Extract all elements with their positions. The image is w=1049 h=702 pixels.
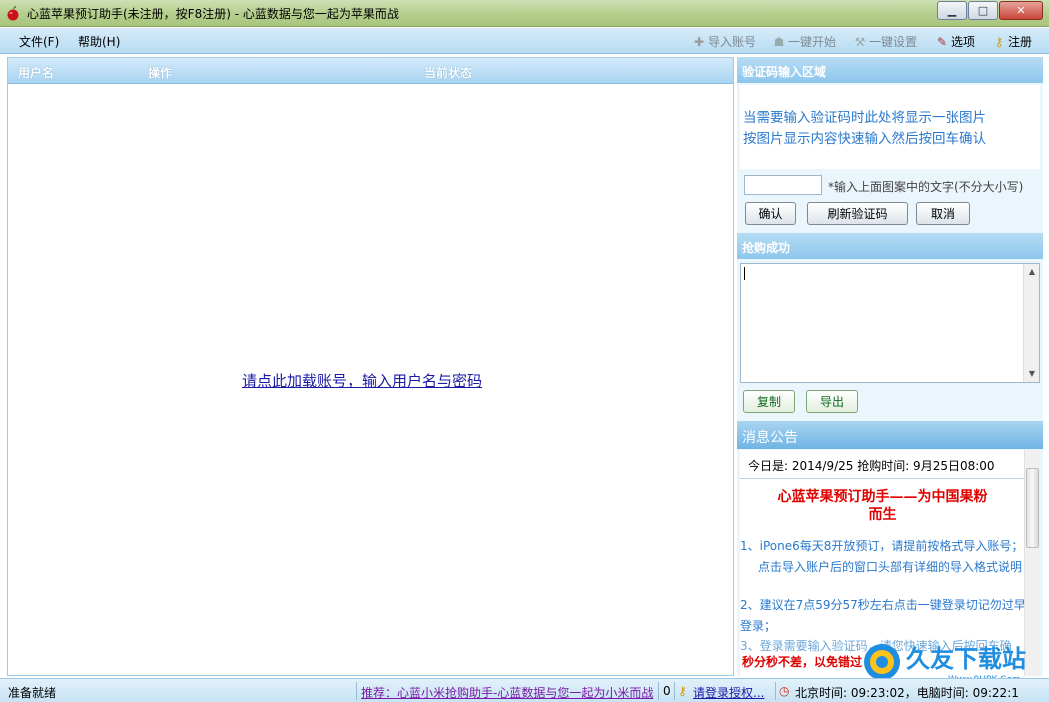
menu-file[interactable]: 文件(F) (19, 33, 59, 50)
status-divider (775, 682, 776, 700)
notice-item-2-line1: 2、建议在7点59分57秒左右点击一键登录切记勿过早 (740, 598, 1026, 612)
captcha-input[interactable] (744, 175, 822, 195)
notice-item-1-line2: 点击导入账户后的窗口头部有详细的导入格式说明 (758, 560, 1023, 574)
menu-help[interactable]: 帮助(H) (78, 33, 120, 50)
import-account-button[interactable]: ✚ 导入账号 (692, 33, 756, 50)
right-panel: 验证码输入区域 当需要输入验证码时此处将显示一张图片 按图片显示内容快速输入然后… (737, 57, 1043, 676)
confirm-button[interactable]: 确认 (745, 202, 796, 225)
notice-item-2: 2、建议在7点59分57秒左右点击一键登录切记勿过早 登录； (740, 595, 1026, 637)
clock-icon: ◷ (779, 684, 790, 698)
log-scrollbar[interactable]: ▲ ▼ (1023, 264, 1039, 382)
options-label: 选项 (951, 35, 976, 49)
watermark-brand: 久友下载站 (906, 645, 1026, 673)
minimize-button[interactable]: ▁ (937, 1, 967, 20)
captcha-instruction-line2: 按图片显示内容快速输入然后按回车确认 (743, 131, 986, 147)
apple-app-icon (7, 6, 19, 21)
menu-bar: 文件(F) 帮助(H) ✚ 导入账号 ☗ 一键开始 ⚒ 一键设置 ✎ 选项 ⚷ … (0, 28, 1049, 54)
success-section-header: 抢购成功 (737, 233, 1043, 259)
options-button[interactable]: ✎ 选项 (935, 33, 975, 50)
key-icon: ⚷ (678, 684, 687, 698)
export-button[interactable]: 导出 (806, 390, 858, 413)
plus-icon: ✚ (693, 34, 705, 49)
close-button[interactable]: ✕ (999, 1, 1043, 20)
tools-icon: ✎ (936, 34, 948, 49)
maximize-button[interactable]: □ (968, 1, 998, 20)
copy-button[interactable]: 复制 (743, 390, 795, 413)
notice-date-line: 今日是: 2014/9/25 抢购时间: 9月25日08:00 (748, 459, 995, 473)
notice-title-line2: 而生 (868, 507, 897, 523)
captcha-image-area: 当需要输入验证码时此处将显示一张图片 按图片显示内容快速输入然后按回车确认 (740, 85, 1040, 169)
import-account-label: 导入账号 (708, 35, 757, 49)
refresh-captcha-button[interactable]: 刷新验证码 (807, 202, 908, 225)
notice-title-line1: 心蓝苹果预订助手——为中国果粉 (777, 489, 988, 505)
register-label: 注册 (1008, 35, 1033, 49)
captcha-instructions: 当需要输入验证码时此处将显示一张图片 按图片显示内容快速输入然后按回车确认 (743, 108, 986, 150)
captcha-hint: *输入上面图案中的文字(不分大小写) (828, 180, 1024, 194)
scroll-down-arrow-icon[interactable]: ▼ (1024, 366, 1040, 382)
one-click-start-label: 一键开始 (788, 35, 837, 49)
notice-scroll-thumb[interactable] (1026, 468, 1039, 548)
user-icon: ☗ (773, 34, 785, 49)
scroll-up-arrow-icon[interactable]: ▲ (1024, 264, 1040, 280)
status-count: 0 (663, 684, 671, 698)
key-icon: ⚷ (994, 34, 1004, 49)
notice-item-1: 1、iPone6每天8开放预订，请提前按格式导入账号； 点击导入账户后的窗口头部… (740, 536, 1023, 578)
one-click-settings-button[interactable]: ⚒ 一键设置 (853, 33, 917, 50)
text-caret (744, 267, 745, 280)
notice-item-2-line2: 登录； (740, 619, 777, 633)
notice-red-text: 秒分秒不差，以免错过 (742, 655, 863, 669)
load-account-link[interactable]: 请点此加载账号，输入用户名与密码 (242, 370, 482, 391)
title-bar[interactable]: 心蓝苹果预订助手(未注册，按F8注册) - 心蓝数据与您一起为苹果而战 ▁ □ … (0, 0, 1049, 27)
time-display: 北京时间: 09:23:02，电脑时间: 09:22:1 (795, 686, 1019, 700)
account-grid: 用户名 操作 当前状态 请点此加载账号，输入用户名与密码 (7, 57, 734, 676)
login-auth-link[interactable]: 请登录授权... (693, 684, 764, 701)
notice-title: 心蓝苹果预订助手——为中国果粉 而生 (740, 488, 1025, 524)
one-click-settings-label: 一键设置 (869, 35, 918, 49)
register-button[interactable]: ⚷ 注册 (992, 33, 1032, 50)
grid-header: 用户名 操作 当前状态 (8, 58, 733, 84)
window-title: 心蓝苹果预订助手(未注册，按F8注册) - 心蓝数据与您一起为苹果而战 (27, 7, 399, 21)
column-username[interactable]: 用户名 (18, 64, 54, 81)
column-status[interactable]: 当前状态 (424, 64, 472, 81)
status-bar: 准备就绪 推荐：心蓝小米抢购助手-心蓝数据与您一起为小米而战 0 ⚷ 请登录授权… (0, 678, 1049, 702)
wrench-icon: ⚒ (854, 34, 866, 49)
success-log-textarea[interactable]: ▲ ▼ (740, 263, 1040, 383)
notice-item-1-line1: 1、iPone6每天8开放预订，请提前按格式导入账号； (740, 539, 1024, 553)
status-divider (674, 682, 675, 700)
status-divider (356, 682, 357, 700)
captcha-instruction-line1: 当需要输入验证码时此处将显示一张图片 (743, 110, 986, 126)
notice-divider (740, 478, 1025, 479)
column-operation[interactable]: 操作 (148, 64, 172, 81)
captcha-section-header: 验证码输入区域 (737, 57, 1043, 83)
cancel-button[interactable]: 取消 (916, 202, 970, 225)
status-divider (658, 682, 659, 700)
status-ready: 准备就绪 (8, 686, 57, 700)
promo-link[interactable]: 推荐：心蓝小米抢购助手-心蓝数据与您一起为小米而战 (361, 684, 653, 701)
one-click-start-button[interactable]: ☗ 一键开始 (772, 33, 836, 50)
notice-section-header: 消息公告 (737, 421, 1043, 449)
